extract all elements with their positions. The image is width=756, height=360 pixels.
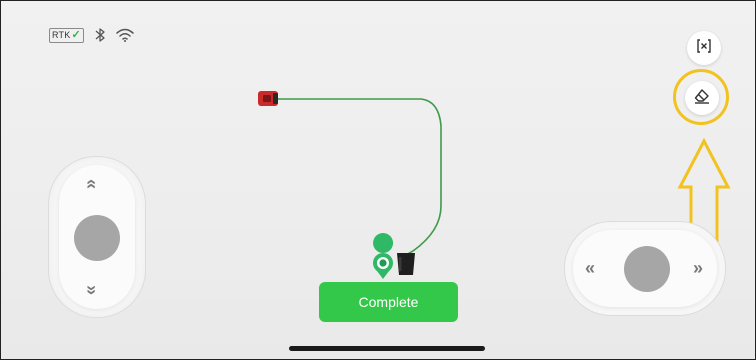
complete-button[interactable]: Complete [319, 282, 458, 322]
turn-right-arrow-icon[interactable]: » [693, 259, 703, 277]
joystick-knob[interactable] [624, 246, 670, 292]
eraser-icon [693, 88, 711, 109]
mow-path-line [277, 98, 442, 260]
map-screen: RTK ✓ « » « » Complete [0, 0, 756, 360]
joystick-knob[interactable] [74, 215, 120, 261]
start-point-pin-icon [373, 233, 394, 279]
clear-map-button[interactable] [687, 31, 721, 65]
backward-arrow-icon[interactable]: » [82, 285, 102, 295]
charging-dock-icon [397, 253, 415, 275]
turn-left-arrow-icon[interactable]: « [585, 259, 595, 277]
eraser-button[interactable] [685, 81, 719, 115]
forward-arrow-icon[interactable]: « [82, 179, 102, 189]
steering-joystick[interactable]: « » [564, 221, 726, 316]
mower-icon [258, 91, 278, 106]
clear-map-icon [696, 38, 712, 59]
home-indicator [289, 346, 485, 351]
forward-backward-joystick[interactable]: « » [48, 156, 146, 318]
